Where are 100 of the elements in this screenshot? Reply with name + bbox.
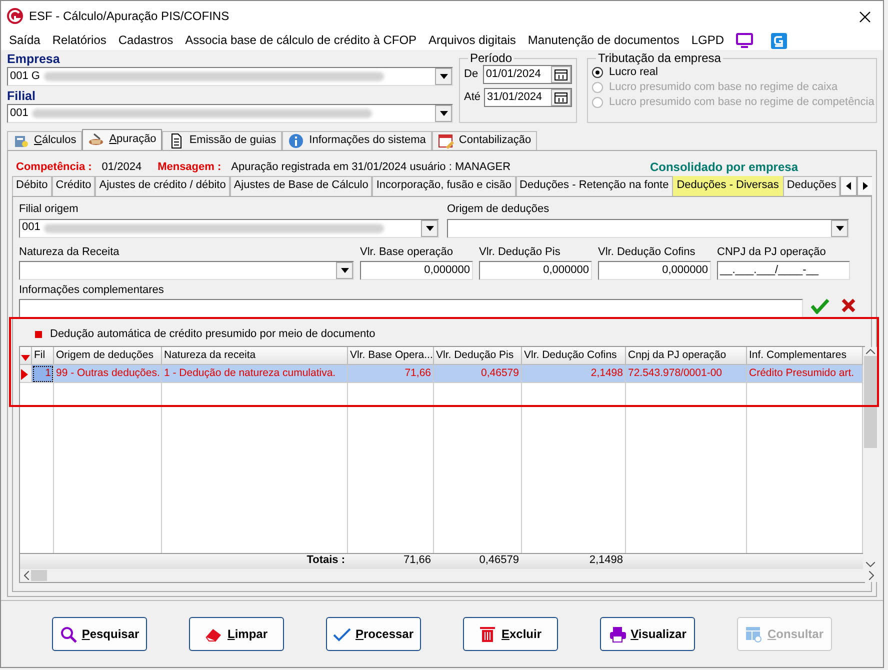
close-icon — [859, 10, 871, 23]
scrollbar-thumb[interactable] — [864, 356, 877, 448]
column-header[interactable]: Cnpj da PJ operação — [626, 347, 747, 366]
subtab[interactable]: Crédito — [52, 176, 96, 196]
total-value: 2,1498 — [522, 553, 626, 570]
table-cell: Crédito Presumido art. — [747, 365, 863, 384]
table-cell: 1 - Dedução de natureza cumulativa. — [162, 365, 348, 384]
tab[interactable]: Contabilização — [432, 131, 538, 150]
check-icon — [333, 626, 352, 642]
radio-option: Lucro presumido com base no regime de competência — [592, 95, 872, 110]
field-label: Informações complementares — [19, 284, 165, 297]
table-cell: 2,1498 — [522, 365, 626, 384]
natureza-receita-dropdown[interactable] — [19, 260, 354, 280]
competencia-label: Competência : — [16, 160, 92, 174]
filial-label: Filial — [7, 89, 36, 104]
field-label: Filial origem — [19, 203, 80, 217]
subtab[interactable]: Deduções — [782, 176, 840, 196]
table-cell: 0,46579 — [434, 365, 522, 384]
calendar-icon[interactable] — [554, 68, 568, 81]
menu-item[interactable]: Manutenção de documentos — [528, 33, 680, 48]
field-label: Vlr. Dedução Pis — [479, 246, 562, 259]
combo-value: 001 G — [10, 70, 40, 84]
action-button[interactable]: Pesquisar — [52, 617, 147, 651]
menu-item[interactable]: Cadastros — [118, 33, 174, 48]
message-label: Mensagem : — [158, 160, 222, 174]
menu-item[interactable]: LGPD — [691, 33, 724, 48]
empresa-label: Empresa — [7, 52, 61, 67]
subtab[interactable]: Débito — [12, 176, 52, 196]
subtab[interactable]: Incorporação, fusão e cisão — [372, 176, 516, 196]
tab[interactable]: Apuração — [82, 129, 162, 150]
subtab[interactable]: Ajustes de Base de Cálculo — [230, 176, 372, 196]
field-label: Natureza da Receita — [19, 246, 120, 259]
radio-option: Lucro presumido com base no regime de caixa — [592, 80, 872, 96]
monitor-icon[interactable] — [736, 33, 754, 48]
scrollbar-thumb[interactable] — [31, 570, 47, 582]
menu-item[interactable]: Associa base de cálculo de crédito à CFOP — [185, 33, 417, 48]
window-title: ESF - Cálculo/Apuração PIS/COFINS — [29, 8, 230, 24]
left-chevron-icon — [24, 571, 29, 580]
action-button[interactable]: Processar — [326, 617, 421, 651]
subtab[interactable]: Ajustes de crédito / débito — [95, 176, 230, 196]
calendar-icon[interactable] — [554, 92, 568, 104]
dropdown-arrow-icon — [836, 226, 844, 231]
app-logo-icon — [7, 8, 23, 24]
filial-origem-dropdown[interactable]: 001 — [19, 218, 439, 238]
radio-option[interactable]: Lucro real — [592, 65, 872, 80]
table-icon — [745, 626, 764, 642]
tab[interactable]: Informações do sistema — [282, 131, 432, 150]
auto-deduction-label: Dedução automática de crédito presumido por meio de documento — [50, 328, 376, 342]
close-icon — [841, 298, 856, 314]
menu-item[interactable]: Relatórios — [52, 33, 106, 48]
dropdown-arrow-icon — [340, 268, 348, 273]
scroll-left-button[interactable] — [840, 176, 858, 196]
field-label: Origem de deduções — [447, 203, 550, 217]
column-header[interactable]: Origem de deduções — [54, 347, 162, 366]
dropdown-arrow-icon — [440, 111, 448, 116]
action-button[interactable]: Limpar — [189, 617, 284, 651]
end-date-field[interactable]: 31/01/2024 — [484, 88, 572, 108]
subtab[interactable]: Deduções - Retenção na fonte — [516, 176, 673, 196]
column-header[interactable]: Vlr. Dedução Cofins — [522, 347, 626, 366]
menu-item[interactable]: Saída — [9, 33, 40, 48]
empresa-dropdown[interactable]: 001 G — [7, 67, 453, 86]
combo-value: 001 — [10, 106, 28, 120]
dropdown-arrow-icon — [426, 226, 434, 231]
base-value-field[interactable]: 0,000000 — [360, 260, 473, 280]
tab[interactable]: Emissão de guias — [162, 131, 282, 150]
date-label: De — [464, 68, 479, 82]
sort-arrow-icon — [21, 355, 30, 362]
pis-deduction-field[interactable]: 0,000000 — [479, 260, 592, 280]
column-header[interactable]: Inf. Complementares — [747, 347, 863, 366]
start-date-field[interactable]: 01/01/2024 — [482, 65, 572, 84]
action-button[interactable]: Visualizar — [600, 617, 695, 651]
row-pointer-icon — [21, 368, 28, 380]
column-header[interactable]: Vlr. Dedução Pis — [434, 347, 522, 366]
cnpj-field[interactable]: __.___.___/____-__ — [717, 260, 850, 280]
column-header[interactable]: Fil — [32, 347, 54, 366]
column-header[interactable]: Vlr. Base Opera... — [348, 347, 434, 366]
menu-item[interactable]: Arquivos digitais — [428, 33, 516, 48]
tab[interactable]: Cálculos — [7, 131, 82, 150]
calendar-icon — [438, 133, 454, 149]
date-value: 31/01/2024 — [487, 91, 542, 104]
info-field[interactable] — [19, 298, 803, 318]
left-arrow-icon — [846, 182, 852, 190]
subtab[interactable]: Deduções - Diversas — [672, 176, 783, 196]
search-icon — [60, 626, 78, 642]
column-header[interactable]: Natureza da receita — [162, 347, 348, 366]
action-button[interactable]: Excluir — [463, 617, 558, 651]
message-text: Apuração registrada em 31/01/2024 usuário : MANAGER — [231, 160, 511, 174]
horizontal-scrollbar[interactable] — [20, 569, 878, 582]
scroll-right-button[interactable] — [857, 176, 872, 196]
cofins-deduction-field[interactable]: 0,000000 — [598, 260, 711, 280]
origem-deducoes-dropdown[interactable] — [447, 218, 849, 238]
logo-icon[interactable] — [771, 32, 788, 48]
radio-icon — [592, 97, 603, 108]
trash-icon — [479, 626, 498, 642]
radio-icon[interactable] — [592, 67, 603, 78]
table-cell: 71,66 — [348, 365, 434, 384]
dropdown-arrow-icon — [440, 74, 448, 79]
consolidation-note: Consolidado por empresa — [650, 160, 798, 174]
filial-dropdown[interactable]: 001 — [7, 104, 453, 123]
up-chevron-icon — [866, 349, 875, 354]
